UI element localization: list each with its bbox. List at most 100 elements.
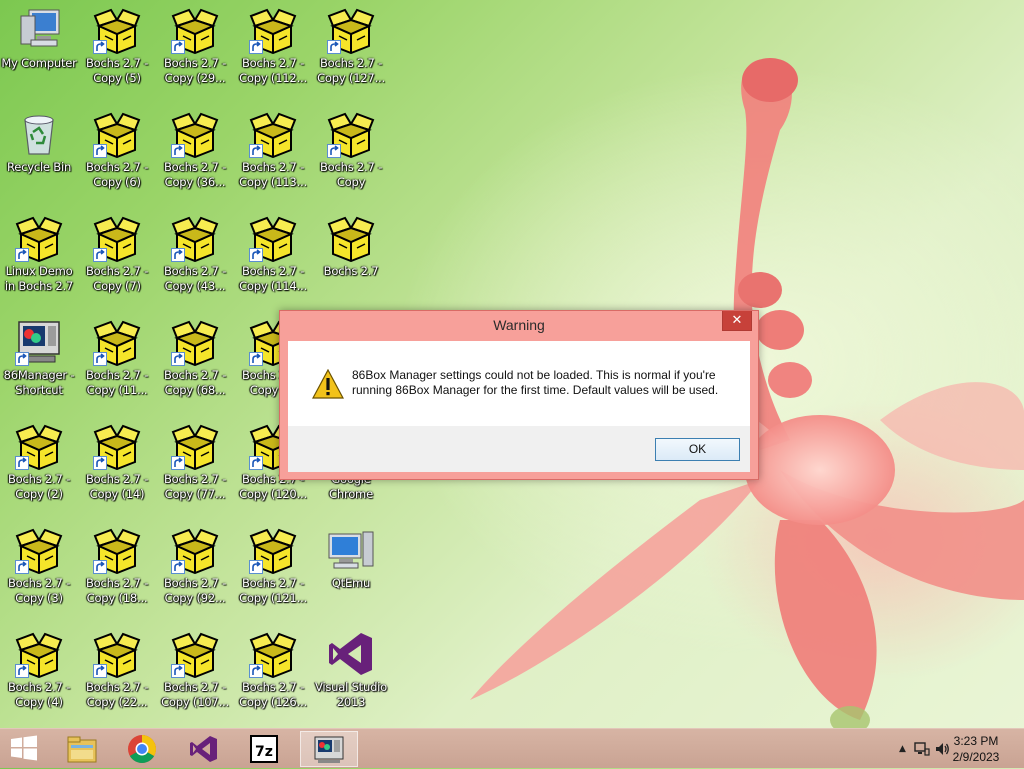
desktop-icon-label: Bochs 2.7 - Copy (68... <box>163 368 227 397</box>
shortcut-arrow-icon <box>15 560 29 574</box>
desktop-icon-label: Bochs 2.7 - Copy (29... <box>163 56 227 85</box>
desktop-icon[interactable]: Bochs 2.7 - Copy (29... <box>156 6 234 86</box>
desktop-icon[interactable]: Recycle Bin <box>0 110 78 175</box>
desktop-icon[interactable]: My Computer <box>0 6 78 71</box>
taskbar-visual-studio[interactable] <box>180 731 228 767</box>
desktop-icon[interactable]: Bochs 2.7 - Copy (6) <box>78 110 156 190</box>
desktop-icon-label: Bochs 2.7 - Copy (92... <box>163 576 227 605</box>
desktop-icon[interactable]: Linux Demo in Bochs 2.7 <box>0 214 78 294</box>
desktop-icon[interactable]: Bochs 2.7 - Copy (11... <box>78 318 156 398</box>
shortcut-arrow-icon <box>249 560 263 574</box>
bochs-icon <box>249 526 297 574</box>
desktop-icon[interactable]: Bochs 2.7 - Copy (126... <box>234 630 312 710</box>
bochs-icon <box>171 630 219 678</box>
desktop-icon[interactable]: Bochs 2.7 - Copy (127... <box>312 6 390 86</box>
desktop-icon[interactable]: Bochs 2.7 - Copy (36... <box>156 110 234 190</box>
network-icon[interactable] <box>914 741 930 757</box>
shortcut-arrow-icon <box>249 40 263 54</box>
desktop-icon[interactable]: Bochs 2.7 - Copy (114... <box>234 214 312 294</box>
warning-icon <box>312 369 344 399</box>
clock[interactable]: 3:23 PM 2/9/2023 <box>948 733 1004 765</box>
desktop-icon-label: Bochs 2.7 - Copy (7) <box>85 264 149 293</box>
desktop-icon[interactable]: Bochs 2.7 - Copy (4) <box>0 630 78 710</box>
desktop-icon[interactable]: Bochs 2.7 - Copy (112... <box>234 6 312 86</box>
desktop-icon-label: Bochs 2.7 - Copy (5) <box>85 56 149 85</box>
86box-manager-icon <box>15 318 63 366</box>
shortcut-arrow-icon <box>249 352 263 366</box>
taskbar-chrome[interactable] <box>118 731 166 767</box>
visual-studio-icon <box>327 630 375 678</box>
dialog-titlebar[interactable]: Warning ✕ <box>280 311 758 341</box>
button-bar: OK <box>288 426 750 472</box>
taskbar-86box-manager[interactable] <box>300 731 358 767</box>
desktop-icon-label: Bochs 2.7 - Copy (4) <box>7 680 71 709</box>
dialog-body: 86Box Manager settings could not be load… <box>288 341 750 472</box>
shortcut-arrow-icon <box>93 664 107 678</box>
shortcut-arrow-icon <box>171 40 185 54</box>
start-button[interactable] <box>4 731 44 767</box>
close-button[interactable]: ✕ <box>722 311 752 331</box>
shortcut-arrow-icon <box>327 40 341 54</box>
desktop-icon[interactable]: QtEmu <box>312 526 390 591</box>
desktop-icon[interactable]: Bochs 2.7 - Copy (3) <box>0 526 78 606</box>
desktop-icon[interactable]: Bochs 2.7 - Copy (107... <box>156 630 234 710</box>
desktop-icon-label: Bochs 2.7 - Copy (107... <box>161 680 229 709</box>
bochs-icon <box>249 110 297 158</box>
bochs-icon <box>15 630 63 678</box>
desktop-icon[interactable]: Bochs 2.7 <box>312 214 390 279</box>
bochs-icon <box>327 214 375 262</box>
bochs-icon <box>249 6 297 54</box>
desktop-icon[interactable]: Bochs 2.7 - Copy (77... <box>156 422 234 502</box>
desktop-icon[interactable]: Bochs 2.7 - Copy (2) <box>0 422 78 502</box>
desktop-icon-label: Bochs 2.7 <box>323 264 379 278</box>
shortcut-arrow-icon <box>171 144 185 158</box>
bochs-icon <box>15 526 63 574</box>
shortcut-arrow-icon <box>171 248 185 262</box>
file-explorer-icon <box>67 736 97 763</box>
shortcut-arrow-icon <box>93 248 107 262</box>
desktop-icon[interactable]: Bochs 2.7 - Copy (14) <box>78 422 156 502</box>
ok-button[interactable]: OK <box>655 438 740 461</box>
shortcut-arrow-icon <box>15 352 29 366</box>
desktop-icon[interactable]: Bochs 2.7 - Copy <box>312 110 390 190</box>
bochs-icon <box>171 318 219 366</box>
desktop-icon-label: Bochs 2.7 - Copy (126... <box>239 680 307 709</box>
desktop-icon-label: My Computer <box>1 56 77 70</box>
desktop-icon-label: Bochs 2.7 - Copy (14) <box>85 472 149 501</box>
warning-dialog: Warning ✕ 86Box Manager settings could n… <box>279 310 759 480</box>
7zip-label: 7z <box>255 744 273 760</box>
desktop-icon[interactable]: Bochs 2.7 - Copy (43... <box>156 214 234 294</box>
bochs-icon <box>93 214 141 262</box>
dialog-message: 86Box Manager settings could not be load… <box>352 368 719 397</box>
shortcut-arrow-icon <box>93 560 107 574</box>
desktop-icon-label: Bochs 2.7 - Copy (22... <box>85 680 149 709</box>
recycle-bin-icon <box>15 110 63 158</box>
desktop-icon-label: Bochs 2.7 - Copy (6) <box>85 160 149 189</box>
shortcut-arrow-icon <box>93 456 107 470</box>
desktop-icon[interactable]: Bochs 2.7 - Copy (22... <box>78 630 156 710</box>
desktop-icon[interactable]: Visual Studio 2013 <box>312 630 390 710</box>
visual-studio-icon <box>190 736 217 762</box>
desktop-icon-label: Bochs 2.7 - Copy (127... <box>317 56 385 85</box>
desktop-icon[interactable]: 86Manager - Shortcut <box>0 318 78 398</box>
desktop-icon[interactable]: Bochs 2.7 - Copy (121... <box>234 526 312 606</box>
desktop-icon[interactable]: Bochs 2.7 - Copy (68... <box>156 318 234 398</box>
taskbar-file-explorer[interactable] <box>58 731 106 767</box>
taskbar: 7z ▲ 3:23 PM 2/9/2023 <box>0 728 1024 768</box>
desktop-icon[interactable]: Bochs 2.7 - Copy (5) <box>78 6 156 86</box>
bochs-icon <box>327 110 375 158</box>
taskbar-7zip[interactable]: 7z <box>240 731 288 767</box>
system-tray: ▲ 3:23 PM 2/9/2023 <box>864 729 1024 769</box>
shortcut-arrow-icon <box>93 40 107 54</box>
shortcut-arrow-icon <box>171 352 185 366</box>
desktop-icon-label: 86Manager - Shortcut <box>3 368 75 397</box>
desktop-icon-label: Bochs 2.7 - Copy (2) <box>7 472 71 501</box>
desktop-icon[interactable]: Bochs 2.7 - Copy (92... <box>156 526 234 606</box>
desktop-icon[interactable]: Bochs 2.7 - Copy (18... <box>78 526 156 606</box>
desktop-icon-label: Bochs 2.7 - Copy (113... <box>239 160 307 189</box>
shortcut-arrow-icon <box>93 144 107 158</box>
shortcut-arrow-icon <box>249 456 263 470</box>
show-hidden-icons-arrow[interactable]: ▲ <box>899 744 906 754</box>
desktop-icon[interactable]: Bochs 2.7 - Copy (7) <box>78 214 156 294</box>
desktop-icon[interactable]: Bochs 2.7 - Copy (113... <box>234 110 312 190</box>
